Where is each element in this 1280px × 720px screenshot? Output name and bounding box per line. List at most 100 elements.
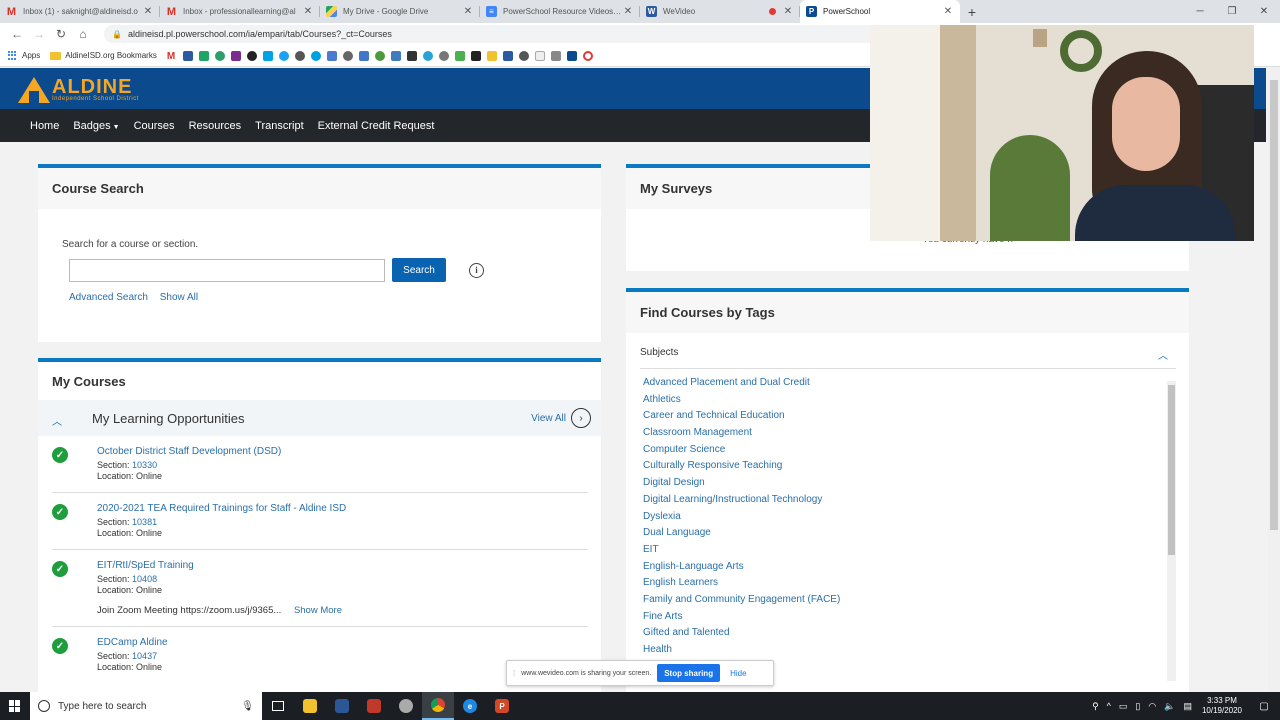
close-icon[interactable]: ✕ [782,6,794,17]
tag-link[interactable]: Computer Science [643,442,1175,459]
bookmark-icon[interactable] [262,50,273,61]
nav-resources[interactable]: Resources [189,120,242,132]
course-title-link[interactable]: 2020-2021 TEA Required Trainings for Sta… [97,503,588,514]
close-icon[interactable]: ✕ [942,6,954,17]
taskbar-app[interactable] [358,692,390,720]
tag-link[interactable]: Classroom Management [643,425,1175,442]
chevron-up-icon[interactable]: ^ [1107,701,1111,711]
hide-button[interactable]: Hide [730,669,746,678]
back-icon[interactable]: ← [6,27,28,41]
battery-icon[interactable]: ▯ [1135,701,1140,712]
search-button[interactable]: Search [392,258,446,282]
close-icon[interactable]: ✕ [142,6,154,17]
close-icon[interactable]: ✕ [302,6,314,17]
bookmark-icon[interactable] [326,50,337,61]
bookmark-icon[interactable] [342,50,353,61]
gmail-bookmark-icon[interactable]: M [167,51,177,62]
subjects-scrollbar[interactable] [1167,381,1176,681]
tag-link[interactable]: English-Language Arts [643,559,1175,576]
tab-gmail-inbox-1[interactable]: M Inbox (1) - saknight@aldineisd.o ✕ [0,0,160,23]
nav-badges[interactable]: Badges ▼ [73,120,119,132]
bookmark-icon[interactable] [422,50,433,61]
stop-sharing-button[interactable]: Stop sharing [657,664,721,682]
bookmark-icon[interactable] [470,50,481,61]
restore-icon[interactable]: ❐ [1216,0,1248,23]
powerschool-bookmark-icon[interactable] [566,50,577,61]
new-tab-button[interactable]: + [960,0,984,23]
reload-icon[interactable]: ↻ [50,27,72,41]
bookmark-apps[interactable]: Apps [8,50,40,61]
drive-bookmark-icon[interactable] [198,50,209,61]
subjects-header[interactable]: Subjects ︿ [640,347,1176,369]
drag-handle-icon[interactable]: ⁞ [513,669,515,678]
url-field[interactable]: 🔒 aldineisd.pl.powerschool.com/ia/empari… [104,25,880,43]
home-icon[interactable]: ⌂ [72,27,94,41]
tag-link[interactable]: Career and Technical Education [643,408,1175,425]
task-view-button[interactable] [262,692,294,720]
tab-google-drive[interactable]: My Drive - Google Drive ✕ [320,0,480,23]
people-icon[interactable]: ⚲ [1092,701,1099,712]
info-icon[interactable]: i [469,262,484,278]
bookmark-icon[interactable] [310,50,321,61]
section-number[interactable]: 10381 [132,517,157,527]
bookmark-icon[interactable] [182,50,193,61]
microphone-icon[interactable]: 🎙 [241,701,254,712]
course-title-link[interactable]: EIT/RtI/SpEd Training [97,560,588,571]
nav-external-credit[interactable]: External Credit Request [318,120,435,132]
tag-link[interactable]: Athletics [643,392,1175,409]
tag-link[interactable]: EIT [643,542,1175,559]
taskbar-powerpoint[interactable]: P [486,692,518,720]
bookmark-icon[interactable] [358,50,369,61]
close-icon[interactable]: ✕ [462,6,474,17]
tab-resource-videos[interactable]: ≡ PowerSchool Resource Videos - G ✕ [480,0,640,23]
close-window-icon[interactable]: ✕ [1248,0,1280,23]
nav-home[interactable]: Home [30,120,59,132]
chevron-up-icon[interactable]: ︿ [52,413,62,428]
bookmark-icon[interactable] [454,50,465,61]
taskbar-app[interactable] [390,692,422,720]
input-icon[interactable]: ▤ [1183,701,1192,712]
tag-link[interactable]: Gifted and Talented [643,625,1175,642]
bookmark-icon[interactable] [502,50,513,61]
bookmark-icon[interactable] [518,50,529,61]
taskbar-calculator[interactable] [326,692,358,720]
section-number[interactable]: 10330 [132,460,157,470]
bookmark-icon[interactable] [550,50,561,61]
forward-icon[interactable]: → [28,27,50,41]
start-button[interactable] [0,692,30,720]
chevron-up-icon[interactable]: ︿ [1158,347,1168,362]
tab-gmail-inbox-2[interactable]: M Inbox - professionallearning@al ✕ [160,0,320,23]
tab-powerschool[interactable]: P PowerSchool ✕ [800,0,960,23]
tag-link[interactable]: Digital Design [643,475,1175,492]
section-number[interactable]: 10437 [132,651,157,661]
show-more-link[interactable]: Show More [294,605,342,616]
show-all-link[interactable]: Show All [160,292,198,303]
tag-link[interactable]: Family and Community Engagement (FACE) [643,592,1175,609]
minimize-icon[interactable]: ─ [1184,0,1216,23]
close-icon[interactable]: ✕ [622,6,634,17]
taskbar-search[interactable]: Type here to search 🎙 [30,692,262,720]
nav-courses[interactable]: Courses [134,120,175,132]
learning-opportunities-header[interactable]: ︿ My Learning Opportunities View All › [38,400,601,436]
course-search-input[interactable] [69,258,385,282]
clock[interactable]: 3:33 PM 10/19/2020 [1202,696,1242,716]
bookmark-icon[interactable] [486,50,497,61]
tag-link[interactable]: Digital Learning/Instructional Technolog… [643,492,1175,509]
bookmark-icon[interactable] [294,50,305,61]
taskbar-chrome[interactable] [422,692,454,720]
tag-link[interactable]: Fine Arts [643,609,1175,626]
bookmark-icon[interactable] [390,50,401,61]
course-title-link[interactable]: October District Staff Development (DSD) [97,446,588,457]
bookmark-icon[interactable] [582,50,593,61]
taskbar-edge[interactable]: e [454,692,486,720]
bookmark-icon[interactable] [534,50,545,61]
bookmark-icon[interactable] [214,50,225,61]
course-title-link[interactable]: EDCamp Aldine [97,637,588,648]
bookmark-icon[interactable] [406,50,417,61]
bookmark-icon[interactable] [374,50,385,61]
bookmark-aldine-folder[interactable]: AldineISD.org Bookmarks [50,51,157,60]
aldine-logo[interactable]: ALDINE Independent School District [18,77,139,103]
volume-icon[interactable]: 🔈 [1164,701,1175,712]
bookmark-icon[interactable] [438,50,449,61]
section-number[interactable]: 10408 [132,574,157,584]
